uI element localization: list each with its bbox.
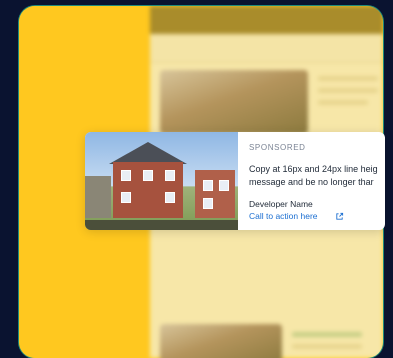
ad-house-image	[85, 132, 238, 230]
call-to-action-link[interactable]: Call to action here	[249, 211, 318, 221]
main-house	[113, 162, 183, 218]
blurred-text-line	[318, 76, 378, 81]
sponsored-label: SPONSORED	[249, 143, 306, 152]
blurred-text-line	[318, 100, 368, 105]
developer-name: Developer Name	[249, 199, 313, 209]
ad-copy-line: Copy at 16px and 24px line heig	[249, 164, 378, 174]
blurred-text-line	[318, 88, 378, 93]
blurred-text-line	[292, 344, 362, 349]
blurred-thumbnail	[160, 324, 282, 358]
house-roof	[109, 142, 187, 164]
fence	[85, 220, 238, 230]
neighbor-house-left	[85, 176, 111, 218]
neighbor-house-right	[195, 170, 235, 218]
blurred-thumbnail	[160, 70, 308, 134]
ad-body: SPONSORED Copy at 16px and 24px line hei…	[249, 132, 385, 230]
ad-copy: Copy at 16px and 24px line heig message …	[249, 163, 385, 189]
blurred-text-line	[292, 332, 362, 337]
sponsored-ad-card[interactable]: SPONSORED Copy at 16px and 24px line hei…	[85, 132, 385, 230]
ad-copy-line: message and be no longer thar	[249, 177, 374, 187]
external-link-icon[interactable]	[335, 212, 344, 221]
blurred-toolbar	[150, 34, 383, 63]
blurred-header	[150, 6, 383, 34]
